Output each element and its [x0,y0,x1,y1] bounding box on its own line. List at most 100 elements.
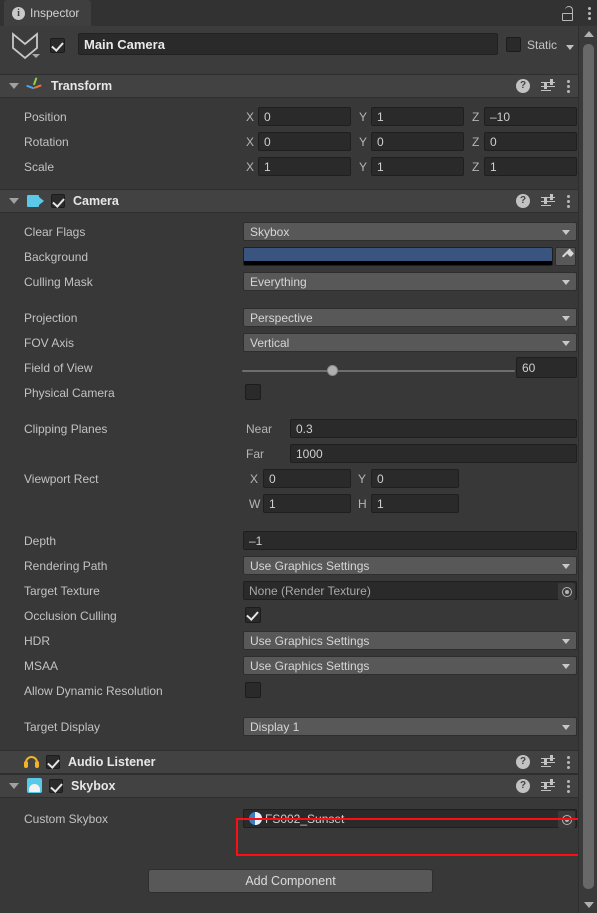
component-header-camera[interactable]: Camera ? [0,189,578,213]
position-z-input[interactable]: –10 [484,107,577,126]
physical-camera-checkbox[interactable] [245,384,261,400]
camera-enabled-checkbox[interactable] [51,194,65,208]
scroll-down-arrow-icon[interactable] [584,902,594,908]
audio-listener-icon [24,754,40,770]
info-icon: i [12,6,25,20]
chevron-down-icon [562,725,570,730]
component-header-audio-listener[interactable]: Audio Listener ? [0,750,578,774]
clear-flags-dropdown[interactable]: Skybox [243,222,577,241]
help-icon[interactable]: ? [516,194,530,208]
kebab-menu-icon[interactable] [566,194,570,208]
skybox-enabled-checkbox[interactable] [49,779,63,793]
gameobject-name-input[interactable]: Main Camera [78,33,498,55]
msaa-dropdown[interactable]: Use Graphics Settings [243,656,577,675]
component-header-skybox[interactable]: Skybox ? [0,774,578,798]
add-component-button[interactable]: Add Component [148,869,433,893]
preset-icon[interactable] [541,193,555,208]
hdr-value: Use Graphics Settings [250,633,370,648]
depth-input[interactable]: –1 [243,531,577,550]
clipping-far-value: 1000 [296,446,323,461]
rotation-z-value: 0 [490,134,497,149]
kebab-menu-icon[interactable] [566,779,570,793]
audio-listener-enabled-checkbox[interactable] [46,755,60,769]
foldout-arrow-icon[interactable] [9,83,19,89]
target-display-value: Display 1 [250,719,300,734]
preset-icon[interactable] [541,778,555,793]
camera-row-target-texture: Target Texture None (Render Texture) [0,578,578,603]
camera-row-field-of-view: Field of View 60 [0,355,578,380]
material-icon [249,812,262,825]
camera-row-clear-flags: Clear Flags Skybox [0,219,578,244]
hdr-dropdown[interactable]: Use Graphics Settings [243,631,577,650]
viewport-h-input[interactable]: 1 [371,494,459,513]
target-display-dropdown[interactable]: Display 1 [243,717,577,736]
preset-icon[interactable] [541,78,555,93]
eyedropper-icon[interactable] [555,247,576,266]
rotation-z-input[interactable]: 0 [484,132,577,151]
object-picker-icon[interactable] [558,811,575,828]
scroll-up-arrow-icon[interactable] [584,31,594,37]
scale-x-value: 1 [264,159,271,174]
chevron-down-icon [562,639,570,644]
depth-value: –1 [249,533,263,548]
clipping-near-input[interactable]: 0.3 [290,419,577,438]
scale-z-input[interactable]: 1 [484,157,577,176]
field-of-view-slider-track[interactable] [242,370,515,372]
gameobject-enabled-checkbox[interactable] [50,38,65,53]
projection-dropdown[interactable]: Perspective [243,308,577,327]
help-icon[interactable]: ? [516,755,530,769]
row-label: Rotation [24,135,69,149]
kebab-menu-icon[interactable] [566,755,570,769]
target-texture-object-field[interactable]: None (Render Texture) [243,581,577,600]
fov-axis-dropdown[interactable]: Vertical [243,333,577,352]
chevron-down-icon [562,341,570,346]
rotation-x-input[interactable]: 0 [258,132,351,151]
culling-mask-dropdown[interactable]: Everything [243,272,577,291]
row-label: Clipping Planes [24,422,108,436]
position-x-input[interactable]: 0 [258,107,351,126]
camera-row-background: Background [0,244,578,269]
tab-inspector[interactable]: i Inspector [4,0,92,26]
camera-icon [27,193,45,209]
preset-icon[interactable] [541,754,555,769]
vertical-scrollbar[interactable] [578,26,597,913]
kebab-menu-icon[interactable] [587,6,591,20]
camera-row-occlusion-culling: Occlusion Culling [0,603,578,628]
window-titlebar: i Inspector [0,0,597,26]
msaa-value: Use Graphics Settings [250,658,370,673]
scrollbar-thumb[interactable] [583,44,594,889]
viewport-y-input[interactable]: 0 [371,469,459,488]
static-dropdown-arrow[interactable] [566,45,574,50]
rendering-path-dropdown[interactable]: Use Graphics Settings [243,556,577,575]
kebab-menu-icon[interactable] [566,79,570,93]
target-texture-value: None (Render Texture) [249,583,371,598]
clipping-near-value: 0.3 [296,421,313,436]
static-checkbox[interactable] [506,37,521,52]
help-icon[interactable]: ? [516,79,530,93]
lock-open-icon[interactable] [562,5,575,21]
skybox-row-custom-skybox: Custom Skybox FS002_Sunset [0,806,578,831]
camera-row-depth: Depth –1 [0,528,578,553]
clipping-far-input[interactable]: 1000 [290,444,577,463]
scale-x-input[interactable]: 1 [258,157,351,176]
rotation-y-input[interactable]: 0 [371,132,464,151]
position-y-input[interactable]: 1 [371,107,464,126]
foldout-arrow-icon[interactable] [9,198,19,204]
help-icon[interactable]: ? [516,779,530,793]
component-title: Transform [51,79,113,93]
custom-skybox-object-field[interactable]: FS002_Sunset [243,809,577,828]
skybox-icon [27,778,43,794]
field-of-view-input[interactable]: 60 [516,357,577,378]
viewport-w-input[interactable]: 1 [263,494,351,513]
gameobject-icon-dropdown-arrow[interactable] [32,54,40,58]
allow-dynamic-resolution-checkbox[interactable] [245,682,261,698]
viewport-x-input[interactable]: 0 [263,469,351,488]
occlusion-culling-checkbox[interactable] [245,607,261,623]
scale-y-input[interactable]: 1 [371,157,464,176]
field-of-view-slider-handle[interactable] [327,365,339,376]
object-picker-icon[interactable] [558,583,575,600]
background-color-swatch[interactable] [243,247,553,266]
camera-row-hdr: HDR Use Graphics Settings [0,628,578,653]
component-header-transform[interactable]: Transform ? [0,74,578,98]
foldout-arrow-icon[interactable] [9,783,19,789]
